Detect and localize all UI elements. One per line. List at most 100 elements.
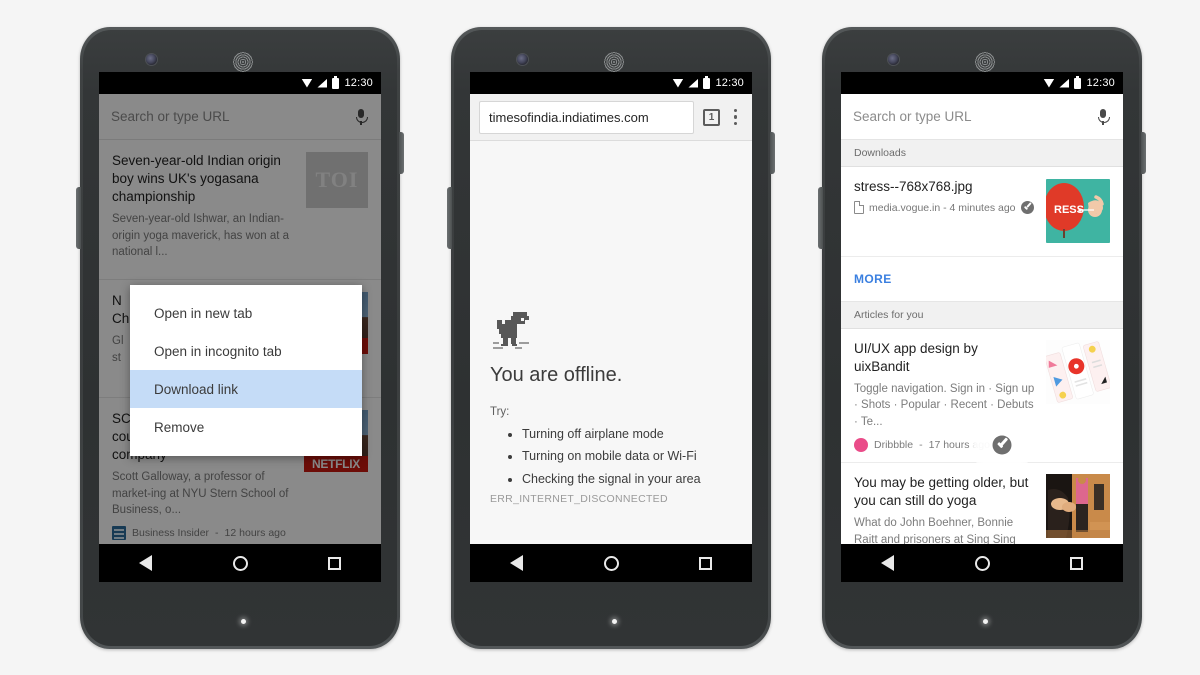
- phone-1: Search or type URL Seven-year-old Indian…: [76, 27, 404, 649]
- browser-toolbar: timesofindia.indiatimes.com 1: [470, 94, 752, 141]
- front-camera-icon: [517, 54, 528, 65]
- recents-icon[interactable]: [1070, 556, 1084, 570]
- download-filename: stress--768x768.jpg: [854, 179, 973, 194]
- recents-icon[interactable]: [699, 556, 713, 570]
- download-source-time: media.vogue.in - 4 minutes ago: [869, 201, 1016, 214]
- article-title: UI/UX app design by uixBandit: [854, 341, 978, 375]
- status-bar: 12:30: [841, 72, 1123, 94]
- article-meta: Dribbble - 17 hours ago: [854, 438, 1037, 453]
- tab-switcher-button[interactable]: 1: [703, 108, 720, 126]
- menu-bottom-padding: [130, 446, 362, 456]
- article-thumbnail: [1046, 340, 1110, 404]
- new-tab-page: Search or type URL Downloads stress--768…: [841, 94, 1123, 544]
- offline-suggestion: Checking the signal in your area: [522, 468, 701, 490]
- article-snippet: What do John Boehner, Bonnie Raitt and p…: [854, 517, 1016, 544]
- phone-3-screen: Search or type URL Downloads stress--768…: [841, 72, 1123, 582]
- url-text: timesofindia.indiatimes.com: [489, 109, 649, 125]
- battery-icon: [1074, 75, 1082, 89]
- phone-3: Search or type URL Downloads stress--768…: [818, 27, 1146, 649]
- offline-error-code: ERR_INTERNET_DISCONNECTED: [490, 493, 668, 505]
- notification-led-icon: [241, 619, 246, 624]
- screenshot-stage: Search or type URL Seven-year-old Indian…: [0, 0, 1200, 675]
- back-icon[interactable]: [880, 555, 896, 571]
- downloads-more-row[interactable]: MORE: [841, 257, 1123, 302]
- download-body: stress--768x768.jpg media.vogue.in - 4 m…: [854, 179, 1038, 243]
- signal-icon: [688, 78, 699, 88]
- volume-button[interactable]: [447, 187, 452, 249]
- downloads-section-header: Downloads: [841, 140, 1123, 167]
- home-icon[interactable]: [975, 555, 991, 571]
- navigation-bar: [470, 544, 752, 582]
- recents-icon[interactable]: [328, 556, 342, 570]
- context-menu[interactable]: Open in new tab Open in incognito tab Do…: [130, 285, 362, 456]
- articles-section-header: Articles for you: [841, 302, 1123, 329]
- url-bar[interactable]: timesofindia.indiatimes.com: [479, 100, 694, 134]
- home-icon[interactable]: [233, 555, 249, 571]
- navigation-bar: [99, 544, 381, 582]
- offline-try-label: Try:: [490, 406, 510, 418]
- earpiece-speaker-icon: [604, 52, 624, 72]
- battery-icon: [332, 75, 340, 89]
- microphone-icon[interactable]: [1095, 108, 1111, 125]
- status-bar-clock: 12:30: [715, 77, 744, 89]
- offline-suggestions: Turning off airplane mode Turning on mob…: [508, 423, 701, 490]
- article-separator: -: [919, 439, 923, 452]
- menu-item-download-link[interactable]: Download link: [130, 370, 362, 408]
- menu-item-remove[interactable]: Remove: [130, 408, 362, 446]
- home-icon[interactable]: [604, 555, 620, 571]
- back-icon[interactable]: [138, 555, 154, 571]
- omnibox[interactable]: Search or type URL: [841, 94, 1123, 140]
- signal-icon: [1059, 78, 1070, 88]
- status-bar-clock: 12:30: [344, 77, 373, 89]
- power-button[interactable]: [770, 132, 775, 174]
- article-snippet: Toggle navigation. Sign in · Sign up · S…: [854, 383, 1035, 428]
- phone-2: timesofindia.indiatimes.com 1 You are of…: [447, 27, 775, 649]
- search-input[interactable]: Search or type URL: [853, 109, 1095, 124]
- wifi-icon: [1043, 78, 1055, 88]
- article-source: Dribbble: [874, 439, 914, 452]
- volume-button[interactable]: [818, 187, 823, 249]
- menu-item-open-in-new-tab[interactable]: Open in new tab: [130, 294, 362, 332]
- power-button[interactable]: [399, 132, 404, 174]
- status-bar: 12:30: [99, 72, 381, 94]
- dribbble-icon: [854, 438, 868, 453]
- battery-icon: [703, 75, 711, 89]
- kebab-menu-icon[interactable]: [734, 108, 738, 126]
- notification-led-icon: [612, 619, 617, 624]
- status-bar: 12:30: [470, 72, 752, 94]
- file-icon: [854, 201, 864, 214]
- download-thumbnail: RESS: [1046, 179, 1110, 243]
- article-body: UI/UX app design by uixBandit Toggle nav…: [854, 340, 1037, 453]
- volume-button[interactable]: [76, 187, 81, 249]
- article-card[interactable]: You may be getting older, but you can st…: [841, 463, 1123, 544]
- back-icon[interactable]: [509, 555, 525, 571]
- article-thumbnail: [1046, 474, 1110, 539]
- offline-heading: You are offline.: [490, 364, 623, 386]
- article-time: 17 hours ago: [928, 439, 990, 452]
- navigation-bar: [841, 544, 1123, 582]
- signal-icon: [317, 78, 328, 88]
- earpiece-speaker-icon: [975, 52, 995, 72]
- wifi-icon: [672, 78, 684, 88]
- menu-top-padding: [130, 285, 362, 294]
- download-meta: media.vogue.in - 4 minutes ago: [854, 201, 1038, 214]
- menu-item-open-in-incognito-tab[interactable]: Open in incognito tab: [130, 332, 362, 370]
- wifi-icon: [301, 78, 313, 88]
- offline-suggestion: Turning off airplane mode: [522, 423, 701, 445]
- article-card[interactable]: UI/UX app design by uixBandit Toggle nav…: [841, 329, 1123, 464]
- power-button[interactable]: [1141, 132, 1146, 174]
- article-body: You may be getting older, but you can st…: [854, 474, 1037, 544]
- earpiece-speaker-icon: [233, 52, 253, 72]
- download-complete-check-icon: [995, 438, 1009, 452]
- status-bar-clock: 12:30: [1086, 77, 1115, 89]
- dinosaur-icon: [491, 306, 537, 357]
- more-link[interactable]: MORE: [854, 272, 892, 286]
- download-item[interactable]: stress--768x768.jpg media.vogue.in - 4 m…: [841, 167, 1123, 257]
- offline-page: You are offline. Try: Turning off airpla…: [470, 141, 752, 582]
- phone-2-screen: timesofindia.indiatimes.com 1 You are of…: [470, 72, 752, 582]
- article-title: You may be getting older, but you can st…: [854, 475, 1029, 509]
- front-camera-icon: [888, 54, 899, 65]
- notification-led-icon: [983, 619, 988, 624]
- front-camera-icon: [146, 54, 157, 65]
- download-complete-check-icon: [1020, 201, 1034, 214]
